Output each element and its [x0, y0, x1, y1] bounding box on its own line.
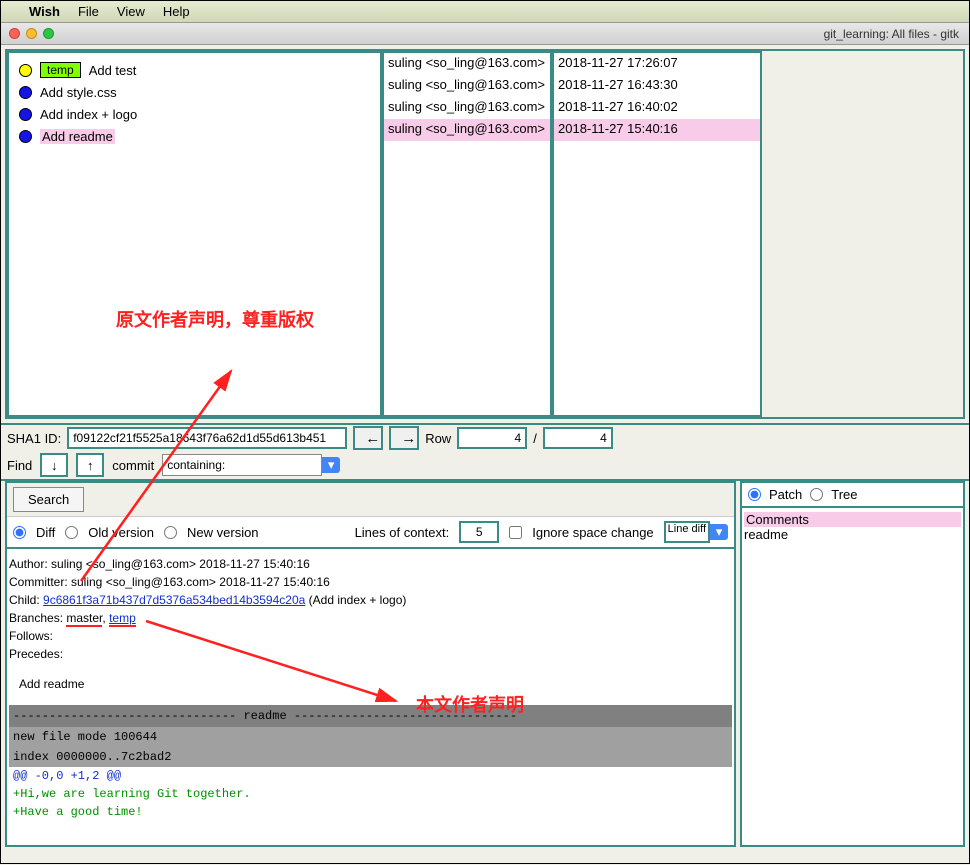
date-cell: 2018-11-27 16:40:02 — [554, 97, 760, 119]
meta-child-label: Child: — [9, 593, 40, 607]
child-msg: (Add index + logo) — [309, 593, 407, 607]
commit-row: Add readme — [13, 125, 376, 147]
commit-msg: Add style.css — [40, 85, 117, 100]
diff-index: index 0000000..7c2bad2 — [9, 747, 732, 767]
diff-label: Diff — [36, 525, 55, 540]
commit-panes: temp Add test Add style.css Add index + … — [5, 49, 965, 419]
find-type-select[interactable] — [162, 454, 322, 476]
new-label: New version — [187, 525, 259, 540]
meta-branches-label: Branches: — [9, 611, 63, 625]
comments-label[interactable]: Comments — [744, 512, 961, 527]
find-mode[interactable]: commit — [112, 458, 154, 473]
commit-row: Add style.css — [13, 81, 376, 103]
meta-committer: Committer: suling <so_ling@163.com> 2018… — [9, 573, 732, 591]
commit-row: Add index + logo — [13, 103, 376, 125]
author-cell: suling <so_ling@163.com> — [384, 75, 550, 97]
menu-help[interactable]: Help — [163, 4, 190, 19]
meta-precedes: Precedes: — [9, 645, 732, 663]
date-cell: 2018-11-27 16:43:30 — [554, 75, 760, 97]
diff-hunk: @@ -0,0 +1,2 @@ — [9, 767, 732, 785]
search-button[interactable]: Search — [13, 487, 84, 512]
lines-input[interactable] — [459, 521, 499, 543]
close-icon[interactable] — [9, 28, 20, 39]
commit-msg: Add readme — [40, 129, 115, 144]
zoom-icon[interactable] — [43, 28, 54, 39]
patch-label: Patch — [769, 487, 802, 502]
menu-file[interactable]: File — [78, 4, 99, 19]
commit-msg: Add index + logo — [40, 107, 137, 122]
window-title: git_learning: All files - gitk — [824, 27, 959, 41]
sha-label: SHA1 ID: — [7, 431, 61, 446]
diff-radio[interactable] — [13, 526, 26, 539]
new-radio[interactable] — [164, 526, 177, 539]
branch-master[interactable]: master — [66, 611, 102, 627]
find-next-button[interactable]: ↓ — [40, 453, 68, 477]
dropdown-icon[interactable]: ▾ — [710, 524, 728, 540]
tree-label: Tree — [831, 487, 857, 502]
ignore-space-checkbox[interactable] — [509, 526, 522, 539]
row-sep: / — [533, 431, 537, 446]
date-cell: 2018-11-27 15:40:16 — [554, 119, 760, 141]
commit-dot-icon — [19, 64, 32, 77]
back-button[interactable]: ← — [353, 426, 383, 450]
date-list[interactable]: 2018-11-27 17:26:07 2018-11-27 16:43:30 … — [552, 51, 762, 417]
sha-bar: SHA1 ID: ← → Row / — [1, 423, 969, 451]
commit-dot-icon — [19, 86, 32, 99]
date-cell: 2018-11-27 17:26:07 — [554, 53, 760, 75]
child-hash-link[interactable]: 9c6861f3a71b437d7d5376a534bed14b3594c20a — [43, 593, 305, 607]
commit-meta[interactable]: Author: suling <so_ling@163.com> 2018-11… — [7, 549, 734, 845]
forward-button[interactable]: → — [389, 426, 419, 450]
author-cell: suling <so_ling@163.com> — [384, 53, 550, 75]
commit-row: temp Add test — [13, 59, 376, 81]
diff-add-line: +Have a good time! — [9, 803, 732, 821]
old-label: Old version — [88, 525, 154, 540]
meta-follows: Follows: — [9, 627, 732, 645]
author-cell: suling <so_ling@163.com> — [384, 119, 550, 141]
file-name[interactable]: readme — [744, 527, 961, 542]
commit-dot-icon — [19, 108, 32, 121]
find-bar: Find ↓ ↑ commit ▾ — [1, 451, 969, 481]
tree-radio[interactable] — [810, 488, 823, 501]
sha-input[interactable] — [67, 427, 347, 449]
lines-label: Lines of context: — [355, 525, 450, 540]
diff-mode: new file mode 100644 — [9, 727, 732, 747]
diff-add-line: +Hi,we are learning Git together. — [9, 785, 732, 803]
patch-radio[interactable] — [748, 488, 761, 501]
meta-subject: Add readme — [9, 663, 732, 705]
lower-panes: Search Diff Old version New version Line… — [1, 481, 969, 851]
app-name[interactable]: Wish — [29, 4, 60, 19]
menu-view[interactable]: View — [117, 4, 145, 19]
ignore-label: Ignore space change — [532, 525, 653, 540]
commit-dot-icon — [19, 130, 32, 143]
commit-msg: Add test — [89, 63, 137, 78]
window-titlebar: git_learning: All files - gitk — [1, 23, 969, 45]
commit-list[interactable]: temp Add test Add style.css Add index + … — [7, 51, 382, 417]
meta-author: Author: suling <so_ling@163.com> 2018-11… — [9, 555, 732, 573]
author-cell: suling <so_ling@163.com> — [384, 97, 550, 119]
branch-temp[interactable]: temp — [109, 611, 136, 627]
dropdown-icon[interactable]: ▾ — [322, 457, 340, 473]
branch-tag[interactable]: temp — [40, 62, 81, 78]
old-radio[interactable] — [65, 526, 78, 539]
file-pane: Patch Tree Comments readme — [740, 481, 965, 847]
find-prev-button[interactable]: ↑ — [76, 453, 104, 477]
diff-file-header: ------------------------------- readme -… — [9, 705, 732, 727]
diff-pane: Search Diff Old version New version Line… — [5, 481, 736, 847]
row-total — [543, 427, 613, 449]
author-list[interactable]: suling <so_ling@163.com> suling <so_ling… — [382, 51, 552, 417]
menubar: Wish File View Help — [1, 1, 969, 23]
diff-toolbar: Diff Old version New version Lines of co… — [7, 517, 734, 549]
minimize-icon[interactable] — [26, 28, 37, 39]
row-current[interactable] — [457, 427, 527, 449]
find-label: Find — [7, 458, 32, 473]
line-diff-select[interactable]: Line diff — [664, 521, 710, 543]
row-label: Row — [425, 431, 451, 446]
